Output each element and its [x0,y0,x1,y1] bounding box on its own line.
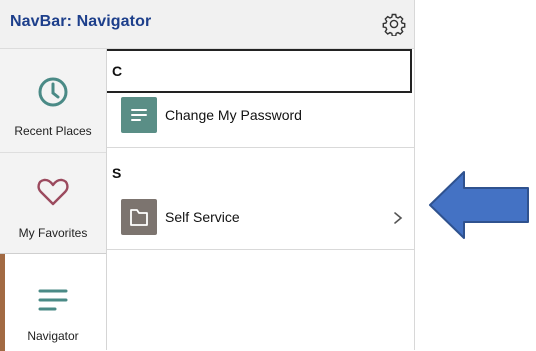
section-header-c: C [107,49,412,93]
section-letter: C [112,63,123,79]
sidebar-item-my-favorites[interactable]: My Favorites [0,152,106,255]
section-letter: S [112,165,122,181]
list-item-label: Change My Password [165,107,302,123]
sidebar-item-navigator[interactable]: Navigator [0,253,106,351]
sidebar-item-recent-places[interactable]: Recent Places [0,49,106,151]
heart-icon [37,178,69,206]
panel-header: NavBar: Navigator [0,0,414,49]
list-item-label: Self Service [165,209,240,225]
gear-icon[interactable] [382,12,406,36]
sidebar-item-label: Navigator [27,329,79,343]
navigator-panel: NavBar: Navigator Recent Places My Favor… [0,0,415,351]
panel-title: NavBar: Navigator [10,13,152,30]
sidebar-item-label: Recent Places [14,124,92,138]
sidebar-item-label: My Favorites [18,226,88,240]
document-icon [121,97,157,133]
menu-lines-icon [38,289,68,311]
annotation-arrow-icon [429,171,529,239]
sidebar: Recent Places My Favorites Navigator [0,49,107,351]
navigator-content: C Change My Password S Self Service [107,49,414,350]
chevron-right-icon [394,212,403,224]
clock-icon [38,77,68,107]
folder-icon [121,199,157,235]
list-item-self-service[interactable]: Self Service [107,187,414,250]
list-item-change-my-password[interactable]: Change My Password [107,91,414,148]
